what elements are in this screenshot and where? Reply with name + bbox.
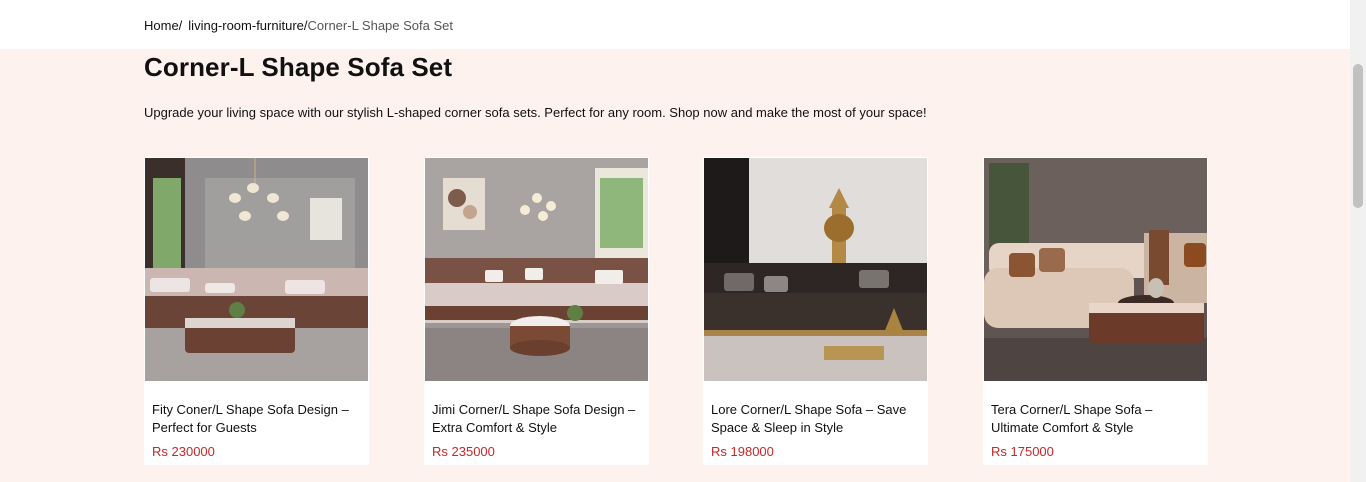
breadcrumb-home-link[interactable]: Home/ xyxy=(144,18,182,33)
product-image[interactable] xyxy=(984,158,1207,381)
product-name[interactable]: Jimi Corner/L Shape Sofa Design – Extra … xyxy=(432,401,637,437)
product-price: Rs 235000 xyxy=(432,444,495,459)
breadcrumb-current: Corner-L Shape Sofa Set xyxy=(307,18,454,33)
category-section: Corner-L Shape Sofa Set Upgrade your liv… xyxy=(0,49,1350,482)
page-scrollbar[interactable] xyxy=(1350,0,1366,482)
page-description: Upgrade your living space with our styli… xyxy=(144,105,927,120)
product-name[interactable]: Tera Corner/L Shape Sofa – Ultimate Comf… xyxy=(991,401,1196,437)
breadcrumb: Home/living-room-furniture/Corner-L Shap… xyxy=(144,18,453,33)
scrollbar-thumb[interactable] xyxy=(1353,64,1363,208)
sofa-photo xyxy=(425,158,648,381)
product-name[interactable]: Lore Corner/L Shape Sofa – Save Space & … xyxy=(711,401,916,437)
product-price: Rs 198000 xyxy=(711,444,774,459)
product-card[interactable]: Jimi Corner/L Shape Sofa Design – Extra … xyxy=(424,157,649,465)
sofa-photo xyxy=(984,158,1207,381)
product-image[interactable] xyxy=(145,158,368,381)
sofa-photo xyxy=(704,158,927,381)
product-price: Rs 175000 xyxy=(991,444,1054,459)
product-price: Rs 230000 xyxy=(152,444,215,459)
product-image[interactable] xyxy=(425,158,648,381)
top-bar: Home/living-room-furniture/Corner-L Shap… xyxy=(0,0,1350,49)
product-image[interactable] xyxy=(704,158,927,381)
product-card[interactable]: Lore Corner/L Shape Sofa – Save Space & … xyxy=(703,157,928,465)
product-name[interactable]: Fity Coner/L Shape Sofa Design – Perfect… xyxy=(152,401,357,437)
sofa-photo xyxy=(145,158,368,381)
product-card[interactable]: Tera Corner/L Shape Sofa – Ultimate Comf… xyxy=(983,157,1208,465)
product-card[interactable]: Fity Coner/L Shape Sofa Design – Perfect… xyxy=(144,157,369,465)
breadcrumb-category-link[interactable]: living-room-furniture/ xyxy=(188,18,307,33)
page-title: Corner-L Shape Sofa Set xyxy=(144,52,453,82)
